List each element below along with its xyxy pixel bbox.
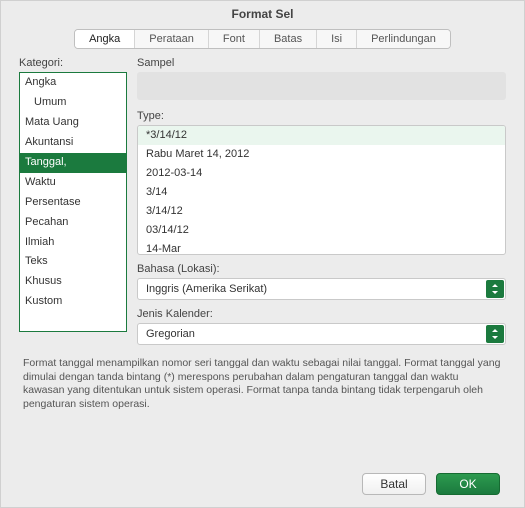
category-item[interactable]: Khusus — [20, 272, 126, 292]
calendar-select[interactable]: Gregorian — [137, 323, 506, 345]
tab-angka[interactable]: Angka — [75, 30, 135, 48]
tab-strip: AngkaPerataanFontBatasIsiPerlindungan — [74, 29, 451, 49]
sample-box — [137, 72, 506, 100]
tab-isi[interactable]: Isi — [317, 30, 357, 48]
category-item[interactable]: Tanggal, — [20, 153, 126, 173]
tab-batas[interactable]: Batas — [260, 30, 317, 48]
type-item[interactable]: 14-Mar — [138, 240, 505, 255]
category-item[interactable]: Persentase — [20, 193, 126, 213]
type-list[interactable]: *3/14/12Rabu Maret 14, 20122012-03-143/1… — [137, 125, 506, 255]
tab-font[interactable]: Font — [209, 30, 260, 48]
category-item[interactable]: Kustom — [20, 292, 126, 312]
dialog-footer: Batal OK — [362, 473, 500, 495]
dialog-title: Format Sel — [1, 1, 524, 25]
category-item[interactable]: Mata Uang — [20, 113, 126, 133]
format-cells-dialog: Format Sel AngkaPerataanFontBatasIsiPerl… — [0, 0, 525, 508]
calendar-select-value: Gregorian — [137, 323, 506, 345]
category-list[interactable]: AngkaUmumMata UangAkuntansiTanggal,Waktu… — [19, 72, 127, 332]
chevron-updown-icon — [486, 325, 504, 343]
category-item[interactable]: Angka — [20, 73, 126, 93]
tab-perlindungan[interactable]: Perlindungan — [357, 30, 450, 48]
type-label: Type: — [137, 110, 506, 122]
type-item[interactable]: 03/14/12 — [138, 221, 505, 240]
cancel-button[interactable]: Batal — [362, 473, 426, 495]
category-item[interactable]: Teks — [20, 252, 126, 272]
type-item[interactable]: Rabu Maret 14, 2012 — [138, 145, 505, 164]
category-item[interactable]: Pecahan — [20, 213, 126, 233]
chevron-updown-icon — [486, 280, 504, 298]
calendar-label: Jenis Kalender: — [137, 308, 506, 320]
ok-button[interactable]: OK — [436, 473, 500, 495]
locale-select[interactable]: Inggris (Amerika Serikat) — [137, 278, 506, 300]
description-text: Format tanggal menampilkan nomor seri ta… — [1, 345, 524, 412]
type-item[interactable]: *3/14/12 — [138, 126, 505, 145]
category-label: Kategori: — [19, 57, 127, 69]
category-item[interactable]: Akuntansi — [20, 133, 126, 153]
category-item[interactable]: Ilmiah — [20, 233, 126, 253]
type-item[interactable]: 3/14 — [138, 183, 505, 202]
type-item[interactable]: 2012-03-14 — [138, 164, 505, 183]
locale-select-value: Inggris (Amerika Serikat) — [137, 278, 506, 300]
category-item[interactable]: Umum — [20, 93, 126, 113]
tab-perataan[interactable]: Perataan — [135, 30, 209, 48]
type-item[interactable]: 3/14/12 — [138, 202, 505, 221]
tab-bar: AngkaPerataanFontBatasIsiPerlindungan — [1, 25, 524, 49]
locale-label: Bahasa (Lokasi): — [137, 263, 506, 275]
category-item[interactable]: Waktu — [20, 173, 126, 193]
sample-label: Sampel — [137, 57, 506, 69]
